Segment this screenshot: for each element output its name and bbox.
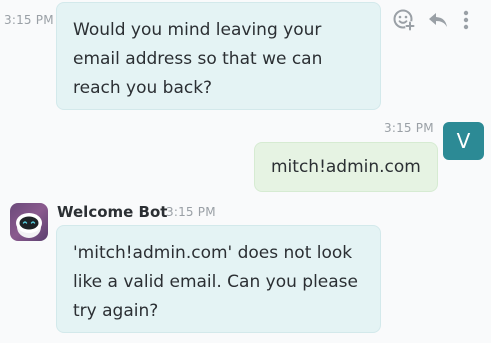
bot-message-bubble: Would you mind leaving your email addres…	[56, 2, 381, 110]
bot-message-bubble: 'mitch!admin.com' does not look like a v…	[56, 225, 381, 333]
user-avatar[interactable]: V	[443, 122, 484, 160]
add-reaction-icon[interactable]	[392, 8, 416, 32]
message-actions	[392, 8, 470, 32]
user-message-bubble: mitch!admin.com	[254, 142, 438, 192]
message-author: Welcome Bot	[57, 203, 168, 221]
reply-icon[interactable]	[426, 8, 450, 32]
message-text: Would you mind leaving your email addres…	[73, 20, 323, 98]
message-timestamp: 3:15 PM	[166, 205, 216, 219]
message-text: mitch!admin.com	[271, 157, 421, 177]
message-timestamp: 3:15 PM	[384, 121, 434, 135]
message-timestamp: 3:15 PM	[4, 13, 54, 27]
message-text: 'mitch!admin.com' does not look like a v…	[73, 243, 358, 321]
more-options-icon[interactable]	[462, 8, 470, 32]
bot-avatar[interactable]	[10, 203, 48, 241]
